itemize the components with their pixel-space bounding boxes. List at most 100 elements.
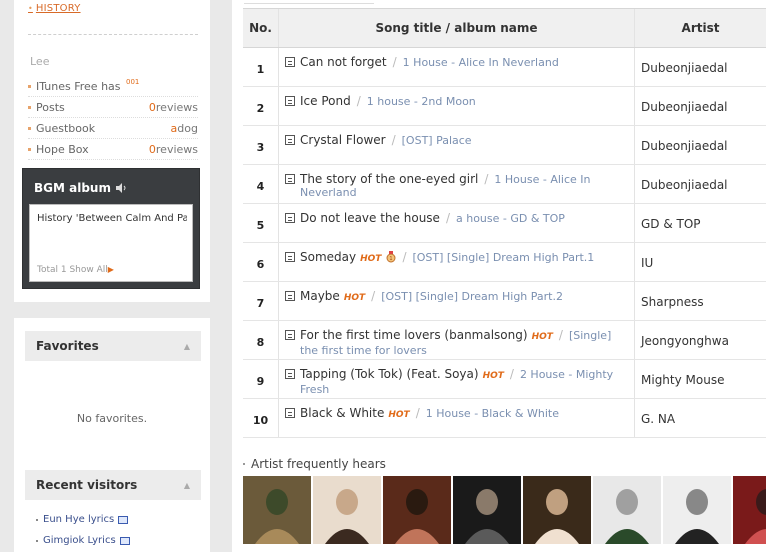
song-icon[interactable]: [285, 252, 295, 262]
row-title-cell: The story of the one-eyed girl/1 House -…: [278, 165, 635, 203]
menu-item-label: Guestbook: [28, 122, 95, 135]
song-icon[interactable]: [285, 213, 295, 223]
caret-up-icon[interactable]: ▲: [184, 481, 190, 490]
bgm-player: BGM album History 'Between Calm And Pa T…: [22, 168, 200, 289]
song-icon[interactable]: [285, 291, 295, 301]
song-title[interactable]: Black & White: [300, 406, 384, 420]
divider: [244, 0, 374, 4]
song-title[interactable]: Can not forget: [300, 55, 387, 69]
artist-photo[interactable]: [663, 476, 731, 544]
hot-badge: HOT: [388, 410, 410, 420]
song-icon[interactable]: [285, 96, 295, 106]
visitor-item[interactable]: Gimgiok Lyrics: [36, 535, 130, 546]
album-name[interactable]: 1 House - Black & White: [426, 407, 559, 420]
menu-item-guestbook[interactable]: Guestbook adog: [28, 118, 198, 139]
row-title-cell: Black & White HOT / 1 House - Black & White: [278, 399, 635, 437]
bgm-playlist: History 'Between Calm And Pa Total 1 Sho…: [29, 204, 193, 282]
hot-badge: HOT: [360, 254, 382, 264]
song-title[interactable]: Maybe: [300, 289, 340, 303]
song-icon[interactable]: [285, 57, 295, 67]
album-name[interactable]: [OST] [Single] Dream High Part.2: [381, 290, 563, 303]
menu-item-count: adog: [170, 121, 198, 135]
album-name[interactable]: a house - GD & TOP: [456, 212, 565, 225]
row-title-cell: Someday HOT 1 / [OST] [Single] Dream High Pa…: [278, 243, 635, 281]
divider: [28, 34, 198, 35]
artist-photo[interactable]: [593, 476, 661, 544]
menu-item-count: 0reviews: [148, 100, 198, 114]
row-title-text: Ice Pond / 1 house - 2nd Moon: [300, 94, 626, 109]
album-name[interactable]: 1 House - Alice In Neverland: [403, 56, 559, 69]
row-number: 10: [252, 413, 269, 427]
menu-item-label: Hope Box: [28, 143, 89, 156]
artist-name[interactable]: GD & TOP: [635, 204, 766, 242]
table-row: 6 Someday HOT 1 / [OST] [Single] Dream High P…: [243, 243, 766, 282]
menu-item-itunes[interactable]: ITunes Free has 001: [28, 76, 198, 97]
artist-photo[interactable]: [733, 476, 766, 544]
separator: /: [415, 406, 420, 420]
bgm-track[interactable]: History 'Between Calm And Pa: [37, 213, 187, 224]
visitor-item[interactable]: Eun Hye lyrics: [36, 514, 129, 525]
recent-visitors-header[interactable]: Recent visitors ▲: [25, 470, 201, 500]
song-icon[interactable]: [285, 408, 295, 418]
profile-panel: • HISTORY Lee ITunes Free has 001 Posts 0…: [14, 0, 210, 302]
speaker-icon[interactable]: [115, 183, 127, 193]
artist-name[interactable]: Dubeonjiaedal: [635, 87, 766, 125]
artist-name[interactable]: Dubeonjiaedal: [635, 126, 766, 164]
table-row: 5 Do not leave the house / a house - GD & T…: [243, 204, 766, 243]
artist-photo[interactable]: [243, 476, 311, 544]
arrow-right-icon: ▶: [107, 265, 114, 274]
row-title-cell: Ice Pond / 1 house - 2nd Moon: [278, 87, 635, 125]
owner-name: Lee: [30, 55, 50, 68]
row-title-cell: Can not forget / 1 House - Alice In Neverl…: [278, 48, 635, 86]
bullet-icon: •: [28, 4, 33, 13]
song-title[interactable]: Someday: [300, 250, 356, 264]
song-title[interactable]: Ice Pond: [300, 94, 351, 108]
artist-photo[interactable]: [523, 476, 591, 544]
row-title-text: The story of the one-eyed girl/1 House -…: [300, 172, 626, 200]
menu-item-hope-box[interactable]: Hope Box 0reviews: [28, 139, 198, 160]
menu-item-posts[interactable]: Posts 0reviews: [28, 97, 198, 118]
row-number: 1: [256, 62, 265, 76]
history-link[interactable]: • HISTORY: [28, 3, 81, 14]
row-title-text: Crystal Flower / [OST] Palace: [300, 133, 626, 148]
artist-name[interactable]: Sharpness: [635, 282, 766, 320]
artist-name[interactable]: Dubeonjiaedal: [635, 48, 766, 86]
artist-name[interactable]: IU: [635, 243, 766, 281]
album-name[interactable]: 1 house - 2nd Moon: [367, 95, 476, 108]
table-row: 10 Black & White HOT / 1 House - Black & Whi…: [243, 399, 766, 438]
caret-up-icon[interactable]: ▲: [184, 342, 190, 351]
song-title[interactable]: Do not leave the house: [300, 211, 440, 225]
artist-name[interactable]: Dubeonjiaedal: [635, 165, 766, 203]
artist-name[interactable]: Mighty Mouse: [635, 360, 766, 398]
song-icon[interactable]: [285, 369, 295, 379]
album-name[interactable]: [OST] [Single] Dream High Part.1: [412, 251, 594, 264]
artist-photo[interactable]: [383, 476, 451, 544]
song-title[interactable]: For the first time lovers (banmalsong): [300, 328, 528, 342]
song-icon[interactable]: [285, 135, 295, 145]
itunes-count: 001: [126, 78, 140, 86]
row-title-text: Do not leave the house / a house - GD & TO…: [300, 211, 626, 226]
song-title[interactable]: Tapping (Tok Tok) (Feat. Soya): [300, 367, 479, 381]
artist-name[interactable]: Jeongyonghwa: [635, 321, 766, 359]
sidebar: • HISTORY Lee ITunes Free has 001 Posts 0…: [14, 0, 210, 552]
bgm-show-all[interactable]: Total 1 Show All▶: [37, 265, 114, 275]
artist-name[interactable]: G. NA: [635, 399, 766, 437]
separator: /: [558, 328, 563, 342]
row-number: 9: [256, 374, 265, 388]
main-content: No. Song title / album name Artist 1 Can …: [232, 0, 766, 552]
col-title: Song title / album name: [278, 9, 635, 47]
artist-photo[interactable]: [313, 476, 381, 544]
song-icon[interactable]: [285, 330, 295, 340]
table-row: 7 Maybe HOT / [OST] [Single] Dream High Part…: [243, 282, 766, 321]
artist-photo[interactable]: [453, 476, 521, 544]
song-title[interactable]: The story of the one-eyed girl: [300, 172, 478, 186]
song-title[interactable]: Crystal Flower: [300, 133, 386, 147]
menu-item-count: 0reviews: [148, 142, 198, 156]
album-name[interactable]: [OST] Palace: [402, 134, 472, 147]
frequent-artists-label: Artist frequently hears: [243, 457, 386, 471]
table-row: 4 The story of the one-eyed girl/1 House …: [243, 165, 766, 204]
row-title-cell: Do not leave the house / a house - GD & TO…: [278, 204, 635, 242]
favorites-header[interactable]: Favorites ▲: [25, 331, 201, 361]
table-header: No. Song title / album name Artist: [243, 8, 766, 48]
song-icon[interactable]: [285, 174, 295, 184]
